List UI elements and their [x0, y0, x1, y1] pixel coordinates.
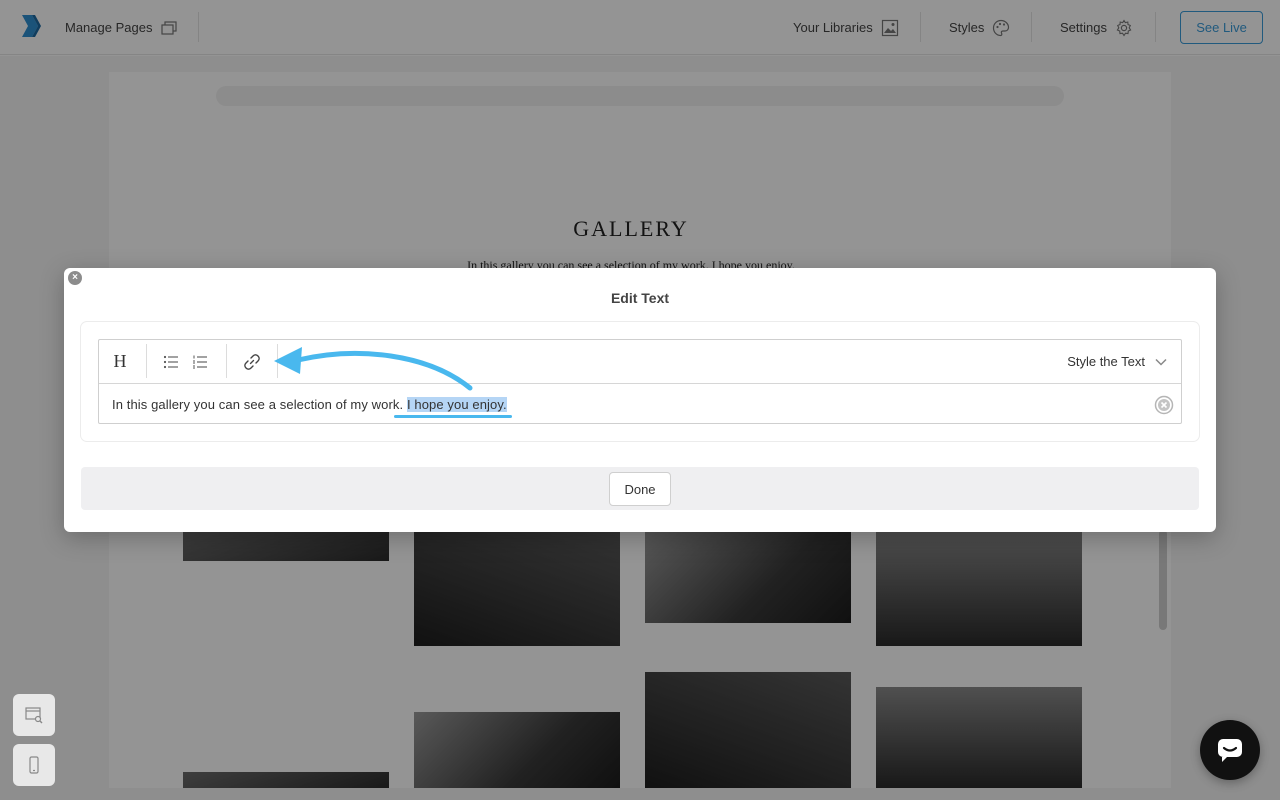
selection-highlight-underline	[394, 415, 512, 418]
text-editor: H Style the Text In this gallery you can…	[98, 339, 1182, 424]
toolbar-divider	[226, 344, 227, 378]
text-style-select-value: Style the Text	[1067, 354, 1145, 369]
bullet-list-button[interactable]	[159, 340, 183, 383]
editor-toolbar: H Style the Text	[99, 340, 1181, 384]
text-plain: In this gallery you can see a selection …	[112, 397, 407, 412]
search-page-icon	[25, 707, 43, 724]
bullet-list-icon	[163, 355, 178, 368]
edit-text-modal: × Edit Text H Style the Text In this gal…	[64, 268, 1216, 532]
link-button[interactable]	[239, 340, 265, 383]
heading-button[interactable]: H	[107, 340, 133, 383]
chevron-down-icon	[1155, 358, 1167, 366]
chat-icon	[1218, 739, 1242, 762]
mobile-icon	[29, 756, 39, 774]
numbered-list-icon	[193, 355, 207, 368]
selected-text[interactable]: I hope you enjoy.	[406, 397, 507, 412]
text-content[interactable]: In this gallery you can see a selection …	[112, 397, 507, 412]
text-style-select[interactable]: Style the Text	[1067, 340, 1167, 383]
close-icon[interactable]: ×	[68, 271, 82, 285]
link-icon	[244, 353, 260, 370]
numbered-list-button[interactable]	[188, 340, 212, 383]
toolbar-divider	[146, 344, 147, 378]
editor-card: H Style the Text In this gallery you can…	[81, 322, 1199, 441]
mobile-preview-button[interactable]	[13, 744, 55, 786]
done-button[interactable]: Done	[609, 472, 671, 506]
seo-preview-button[interactable]	[13, 694, 55, 736]
chat-widget-button[interactable]	[1200, 720, 1260, 780]
toolbar-divider	[277, 344, 278, 378]
clear-text-icon[interactable]	[1154, 395, 1174, 415]
modal-title: Edit Text	[610, 290, 670, 306]
